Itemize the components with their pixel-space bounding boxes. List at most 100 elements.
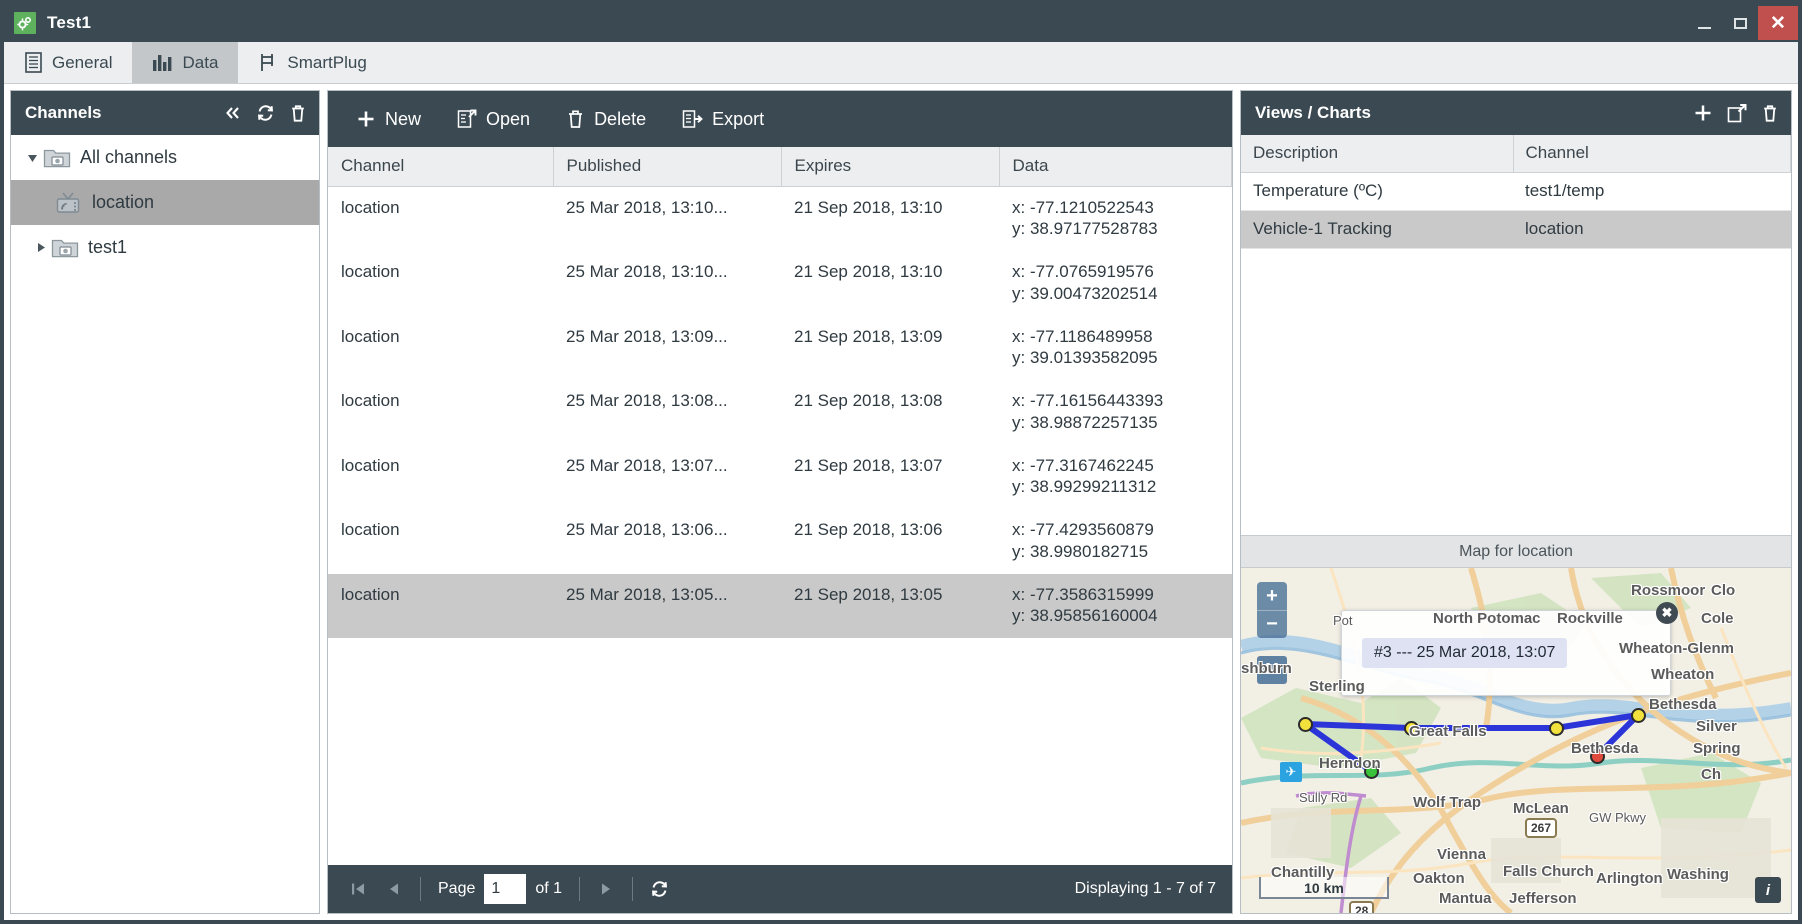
views-row[interactable]: Temperature (ºC) test1/temp bbox=[1241, 172, 1791, 211]
map-label: Wheaton-Glenm bbox=[1619, 640, 1734, 657]
refresh-icon[interactable] bbox=[641, 865, 677, 913]
map-label: Great Falls bbox=[1409, 723, 1487, 740]
trash-icon bbox=[569, 110, 583, 128]
table-row[interactable]: location 25 Mar 2018, 13:10... 21 Sep 20… bbox=[328, 251, 1232, 316]
sidebar-item-label: test1 bbox=[88, 237, 128, 257]
cell-description: Vehicle-1 Tracking bbox=[1241, 210, 1513, 249]
first-page-icon[interactable] bbox=[340, 865, 376, 913]
gears-icon bbox=[14, 12, 36, 34]
map-label: Silver bbox=[1696, 718, 1737, 735]
cell-expires: 21 Sep 2018, 13:05 bbox=[781, 573, 999, 638]
tab-smartplug-label: SmartPlug bbox=[287, 52, 367, 72]
cell-channel: location bbox=[1513, 210, 1791, 249]
add-icon[interactable] bbox=[1693, 103, 1713, 123]
views-row[interactable]: Vehicle-1 Tracking location bbox=[1241, 210, 1791, 249]
table-row[interactable]: location 25 Mar 2018, 13:05... 21 Sep 20… bbox=[328, 573, 1232, 638]
views-empty-area bbox=[1241, 248, 1791, 536]
route-point-4[interactable] bbox=[1549, 721, 1564, 736]
delete-button[interactable]: Delete bbox=[566, 109, 646, 130]
bar-chart-icon bbox=[152, 53, 173, 72]
delete-icon[interactable] bbox=[289, 104, 307, 123]
sidebar-item-test1[interactable]: test1 bbox=[11, 225, 319, 270]
table-row[interactable]: location 25 Mar 2018, 13:08... 21 Sep 20… bbox=[328, 380, 1232, 445]
channels-tools bbox=[224, 104, 307, 123]
views-header: Views / Charts bbox=[1241, 91, 1791, 135]
window-title: Test1 bbox=[47, 13, 92, 32]
cell-channel: location bbox=[341, 197, 400, 217]
folder-channel-icon bbox=[51, 236, 79, 259]
views-tools bbox=[1693, 103, 1779, 123]
map-label: North Potomac bbox=[1433, 610, 1541, 627]
prev-page-icon[interactable] bbox=[376, 865, 412, 913]
cell-published: 25 Mar 2018, 13:06... bbox=[566, 520, 728, 539]
column-header-channel[interactable]: Channel bbox=[328, 147, 554, 187]
open-external-icon[interactable] bbox=[1727, 103, 1747, 123]
tab-strip: General Data SmartPlug bbox=[4, 42, 1798, 84]
map-label: GW Pkwy bbox=[1589, 810, 1647, 825]
sidebar-item-location[interactable]: location bbox=[11, 180, 319, 225]
cell-expires: 21 Sep 2018, 13:10 bbox=[794, 197, 943, 217]
tab-smartplug[interactable]: SmartPlug bbox=[238, 42, 386, 83]
map-caption: Map for location bbox=[1241, 536, 1791, 568]
twisty-down-icon[interactable] bbox=[23, 152, 43, 164]
cell-published: 25 Mar 2018, 13:05... bbox=[553, 573, 781, 638]
export-button[interactable]: Export bbox=[682, 109, 764, 130]
cell-description: Temperature (ºC) bbox=[1241, 172, 1513, 211]
tab-data[interactable]: Data bbox=[132, 42, 239, 83]
map-info-button[interactable]: i bbox=[1755, 877, 1781, 903]
map-view[interactable]: + − M ✈ 267 28 ✖ #3 --- 25 Mar 2018, 13:… bbox=[1241, 568, 1791, 913]
table-row[interactable]: location 25 Mar 2018, 13:06... 21 Sep 20… bbox=[328, 509, 1232, 574]
collapse-icon[interactable] bbox=[224, 105, 242, 121]
page-input[interactable] bbox=[484, 874, 527, 904]
cell-data: x: -77.16156443393 y: 38.98872257135 bbox=[999, 380, 1232, 445]
minimize-button[interactable] bbox=[1686, 6, 1722, 40]
grid-header-row: Channel Published Expires Data bbox=[328, 147, 1232, 187]
refresh-icon[interactable] bbox=[256, 104, 275, 122]
export-icon bbox=[682, 110, 703, 128]
table-row[interactable]: location 25 Mar 2018, 13:09... 21 Sep 20… bbox=[328, 316, 1232, 381]
tab-general[interactable]: General bbox=[4, 42, 132, 83]
map-label: Rossmoor bbox=[1631, 582, 1706, 599]
cell-data-y: y: 39.00473202514 bbox=[1012, 283, 1158, 303]
tab-data-label: Data bbox=[182, 52, 219, 72]
delete-button-label: Delete bbox=[594, 108, 647, 129]
map-label: Bethesda bbox=[1571, 740, 1639, 757]
route-point-5[interactable] bbox=[1631, 708, 1646, 723]
plus-icon bbox=[358, 111, 374, 127]
open-button[interactable]: Open bbox=[457, 109, 530, 130]
cell-data-x: x: -77.1186489958 bbox=[1012, 326, 1153, 346]
map-label: Ch bbox=[1701, 766, 1721, 783]
sidebar-item-all-channels[interactable]: All channels bbox=[11, 135, 319, 180]
next-page-icon[interactable] bbox=[588, 865, 624, 913]
column-header-data[interactable]: Data bbox=[999, 147, 1232, 187]
grid-body: location 25 Mar 2018, 13:10... 21 Sep 20… bbox=[328, 186, 1232, 865]
column-header-channel[interactable]: Channel bbox=[1513, 135, 1791, 173]
map-label: Jefferson bbox=[1509, 890, 1577, 907]
close-icon[interactable]: ✖ bbox=[1656, 602, 1678, 624]
table-row[interactable]: location 25 Mar 2018, 13:10... 21 Sep 20… bbox=[328, 187, 1232, 252]
cell-published: 25 Mar 2018, 13:07... bbox=[566, 455, 728, 475]
map-popup-text: #3 --- 25 Mar 2018, 13:07 bbox=[1362, 638, 1568, 668]
table-row[interactable]: location 25 Mar 2018, 13:07... 21 Sep 20… bbox=[328, 445, 1232, 510]
channels-tree: All channels location test1 bbox=[11, 135, 319, 913]
column-header-description[interactable]: Description bbox=[1241, 135, 1514, 173]
grid-pager: Page of 1 Displaying 1 - 7 of 7 bbox=[328, 865, 1232, 913]
map-label: Sterling bbox=[1309, 678, 1365, 695]
maximize-button[interactable] bbox=[1722, 6, 1758, 40]
cell-data: x: -77.1186489958 y: 39.01393582095 bbox=[999, 316, 1232, 381]
twisty-right-icon[interactable] bbox=[31, 242, 51, 254]
folder-channel-icon bbox=[43, 146, 71, 169]
cell-data-y: y: 38.98872257135 bbox=[1012, 412, 1158, 432]
tv-channel-icon bbox=[55, 191, 83, 215]
new-button[interactable]: New bbox=[356, 109, 421, 130]
cell-expires: 21 Sep 2018, 13:08 bbox=[794, 391, 943, 410]
column-header-expires[interactable]: Expires bbox=[781, 147, 1000, 187]
close-button[interactable]: ✕ bbox=[1758, 6, 1798, 40]
route-point-1[interactable] bbox=[1298, 717, 1313, 732]
cell-published: 25 Mar 2018, 13:10... bbox=[566, 197, 728, 217]
map-label: Washing bbox=[1667, 866, 1729, 883]
pager-divider bbox=[579, 877, 581, 901]
delete-icon[interactable] bbox=[1761, 104, 1779, 123]
column-header-published[interactable]: Published bbox=[553, 147, 782, 187]
application-window: Test1 ✕ General Data SmartPlug Channels … bbox=[0, 0, 1802, 924]
